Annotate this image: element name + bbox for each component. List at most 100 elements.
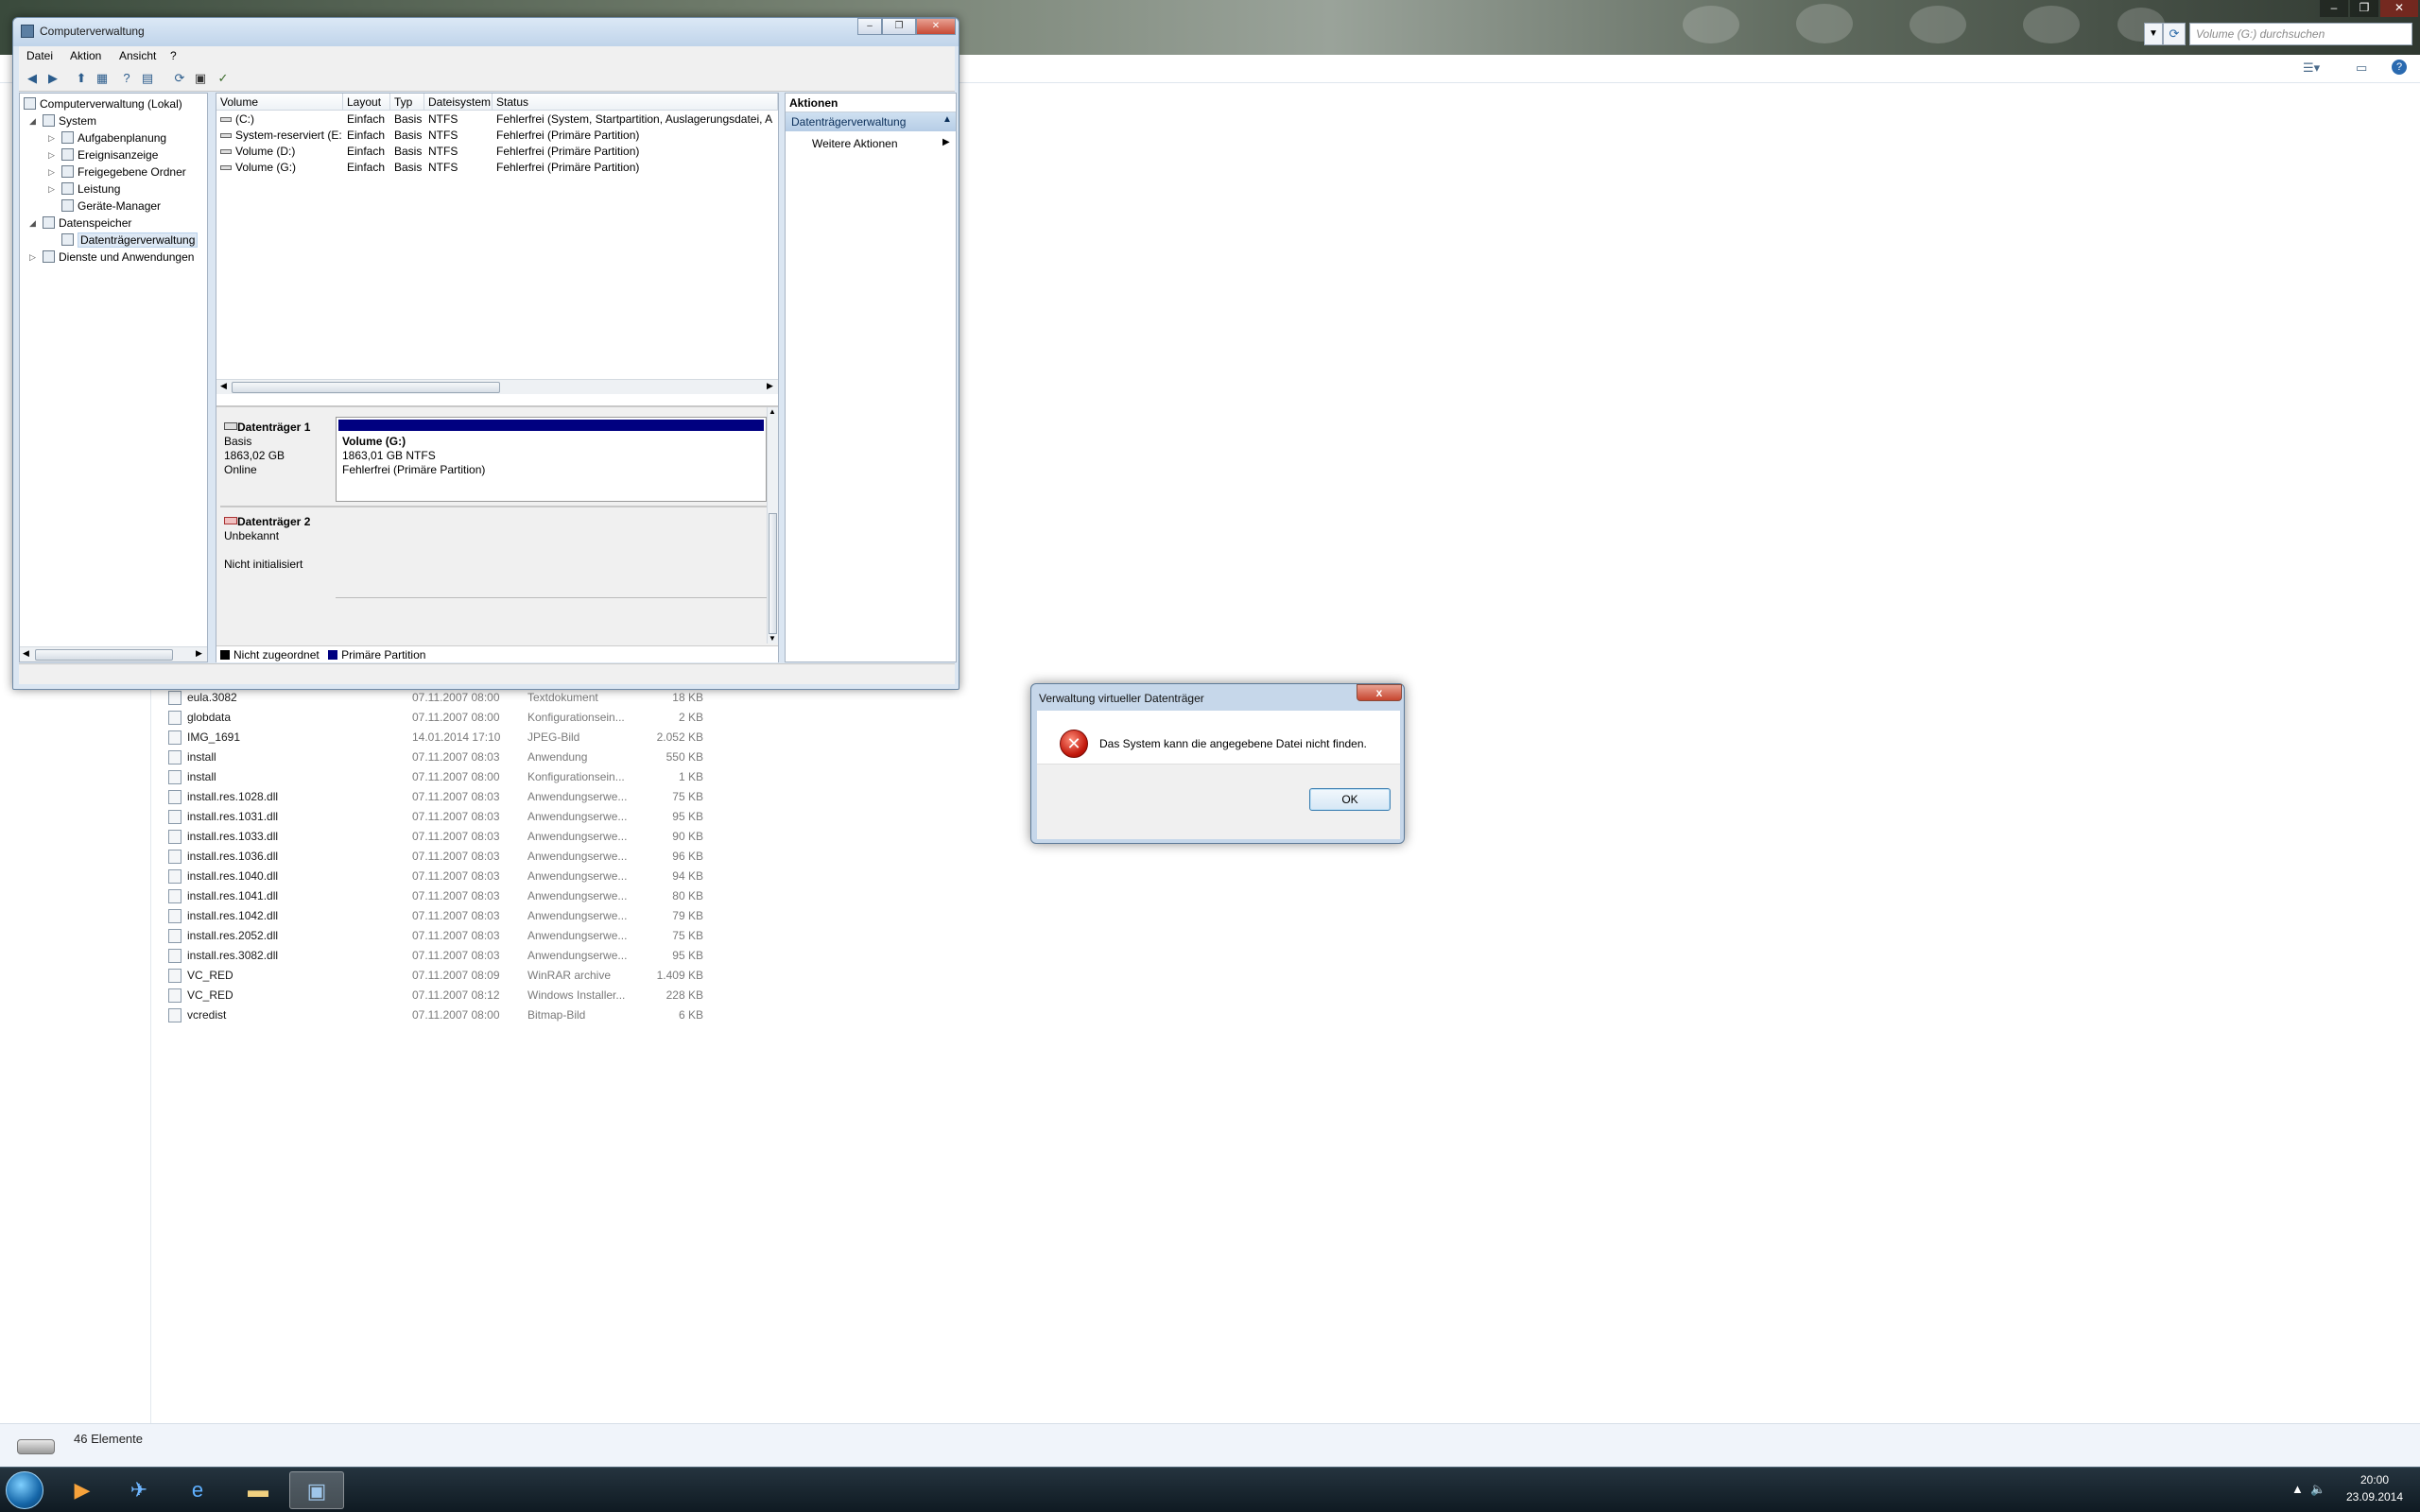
file-row[interactable]: VC_RED 07.11.2007 08:09 WinRAR archive 1.40… bbox=[164, 966, 732, 986]
volume-row[interactable]: (C:) Einfach Basis NTFS Fehlerfrei (System, … bbox=[216, 112, 778, 128]
app-icon[interactable]: ✈ bbox=[112, 1471, 166, 1509]
forward-icon[interactable]: ▶ bbox=[43, 69, 62, 88]
scrollbar-thumb[interactable] bbox=[769, 513, 777, 634]
file-row[interactable]: install.res.3082.dll 07.11.2007 08:03 Anwe… bbox=[164, 946, 732, 966]
collapse-icon[interactable]: ◢ bbox=[29, 215, 36, 232]
disk-view-vertical-scrollbar[interactable]: ▲ ▼ bbox=[767, 407, 778, 644]
volume-icon[interactable]: 🔈 bbox=[2310, 1482, 2325, 1497]
volume-row[interactable]: Volume (D:) Einfach Basis NTFS Fehlerfrei (P… bbox=[216, 144, 778, 160]
properties-icon[interactable]: ▣ bbox=[191, 69, 210, 88]
tree-item-aufgabenplanung[interactable]: ▷ Aufgabenplanung bbox=[48, 129, 166, 146]
actions-section-datentraegerverwaltung[interactable]: Datenträgerverwaltung ▲ bbox=[786, 112, 956, 131]
start-button[interactable] bbox=[6, 1471, 43, 1509]
file-row[interactable]: install.res.2052.dll 07.11.2007 08:03 Anwe… bbox=[164, 926, 732, 946]
tree-item-freigegebene-ordner[interactable]: ▷ Freigegebene Ordner bbox=[48, 163, 186, 180]
event-viewer-icon bbox=[61, 148, 74, 161]
partition-volume-g[interactable]: Volume (G:) 1863,01 GB NTFS Fehlerfrei (… bbox=[336, 417, 767, 502]
clock[interactable]: 20:00 23.09.2014 bbox=[2337, 1471, 2412, 1505]
tree-item-datenspeicher[interactable]: ◢ Datenspeicher bbox=[29, 215, 131, 232]
column-status[interactable]: Status bbox=[493, 94, 778, 111]
expand-icon[interactable]: ▷ bbox=[29, 249, 36, 266]
maximize-button[interactable]: ❐ bbox=[2350, 0, 2378, 17]
show-hide-tree-icon[interactable]: ▦ bbox=[93, 69, 112, 88]
preview-pane-icon[interactable]: ▭ bbox=[2356, 60, 2367, 76]
volume-row[interactable]: Volume (G:) Einfach Basis NTFS Fehlerfrei (P… bbox=[216, 160, 778, 176]
file-row[interactable]: install.res.1031.dll 07.11.2007 08:03 Anwe… bbox=[164, 807, 732, 827]
file-row[interactable]: install 07.11.2007 08:00 Konfigurationsein… bbox=[164, 767, 732, 787]
title-bar[interactable]: Computerverwaltung – ❐ ✕ bbox=[13, 18, 959, 46]
file-row[interactable]: VC_RED 07.11.2007 08:12 Windows Installer.… bbox=[164, 986, 732, 1005]
file-row[interactable]: eula.3082 07.11.2007 08:00 Textdokument 18 … bbox=[164, 688, 732, 708]
close-button[interactable]: ✕ bbox=[2380, 0, 2418, 17]
tree-item-dienste[interactable]: ▷ Dienste und Anwendungen bbox=[29, 249, 194, 266]
computer-management-taskbar-icon[interactable]: ▣ bbox=[289, 1471, 344, 1509]
volume-row[interactable]: System-reserviert (E:) Einfach Basis NTFS Fe… bbox=[216, 128, 778, 144]
expand-icon[interactable]: ▷ bbox=[48, 180, 55, 198]
volume-list-horizontal-scrollbar[interactable]: ◀ ▶ bbox=[216, 379, 778, 394]
ok-button[interactable]: OK bbox=[1309, 788, 1391, 811]
column-layout[interactable]: Layout bbox=[343, 94, 390, 111]
tree-item-system[interactable]: ◢ System bbox=[29, 112, 96, 129]
expand-icon[interactable]: ▷ bbox=[48, 146, 55, 163]
explorer-icon[interactable]: ▬ bbox=[231, 1471, 285, 1509]
column-dateisystem[interactable]: Dateisystem bbox=[424, 94, 493, 111]
disk2-label[interactable]: Datenträger 2 Unbekannt Nicht initialisi… bbox=[220, 509, 332, 600]
clock-icon bbox=[61, 131, 74, 144]
refresh-icon[interactable]: ⟳ bbox=[2163, 23, 2186, 45]
up-folder-icon[interactable]: ⬆ bbox=[72, 69, 91, 88]
dialog-title: Verwaltung virtueller Datenträger bbox=[1039, 692, 1204, 705]
tree-horizontal-scrollbar[interactable]: ◀ ▶ bbox=[20, 646, 207, 662]
help-icon[interactable]: ? bbox=[117, 69, 136, 88]
tree-item-ereignisanzeige[interactable]: ▷ Ereignisanzeige bbox=[48, 146, 158, 163]
collapse-icon[interactable]: ◢ bbox=[29, 112, 36, 129]
maximize-button[interactable]: ❐ bbox=[882, 18, 916, 35]
menu-help[interactable]: ? bbox=[170, 49, 177, 62]
file-row[interactable]: install.res.1041.dll 07.11.2007 08:03 Anwe… bbox=[164, 886, 732, 906]
file-row[interactable]: IMG_1691 14.01.2014 17:10 JPEG-Bild 2.052 K… bbox=[164, 728, 732, 747]
minimize-button[interactable]: – bbox=[857, 18, 882, 35]
action-weitere-aktionen[interactable]: Weitere Aktionen ▶ bbox=[786, 135, 956, 152]
view-options-icon[interactable]: ☰▾ bbox=[2303, 60, 2320, 76]
menu-datei[interactable]: Datei bbox=[26, 49, 53, 62]
address-dropdown[interactable]: ▼ bbox=[2144, 23, 2163, 45]
file-icon bbox=[168, 889, 182, 903]
console-view-icon[interactable]: ▤ bbox=[138, 69, 157, 88]
column-typ[interactable]: Typ bbox=[390, 94, 424, 111]
tree-item-root[interactable]: Computerverwaltung (Lokal) bbox=[24, 95, 182, 112]
dialog-close-button[interactable]: x bbox=[1357, 684, 1402, 701]
tree-item-datentraegerverwaltung[interactable]: Datenträgerverwaltung bbox=[61, 232, 199, 249]
disk1-label[interactable]: Datenträger 1 Basis 1863,02 GB Online bbox=[220, 415, 332, 504]
collapse-icon[interactable]: ▲ bbox=[942, 114, 952, 125]
window-title: Computerverwaltung bbox=[40, 25, 145, 38]
file-row[interactable]: install.res.1033.dll 07.11.2007 08:03 Anwe… bbox=[164, 827, 732, 847]
refresh-icon[interactable]: ⟳ bbox=[170, 69, 189, 88]
file-row[interactable]: install.res.1040.dll 07.11.2007 08:03 Anwe… bbox=[164, 867, 732, 886]
disk-error-icon bbox=[224, 517, 237, 524]
scrollbar-thumb[interactable] bbox=[232, 382, 500, 393]
file-icon bbox=[168, 929, 182, 943]
scrollbar-thumb[interactable] bbox=[35, 649, 173, 661]
tree-item-geraete-manager[interactable]: Geräte-Manager bbox=[61, 198, 161, 215]
close-button[interactable]: ✕ bbox=[916, 18, 956, 35]
file-row[interactable]: install 07.11.2007 08:03 Anwendung 550 KB bbox=[164, 747, 732, 767]
file-row[interactable]: install.res.1042.dll 07.11.2007 08:03 Anwe… bbox=[164, 906, 732, 926]
show-hidden-icons[interactable]: ▲ bbox=[2291, 1482, 2304, 1496]
menu-aktion[interactable]: Aktion bbox=[70, 49, 101, 62]
file-row[interactable]: install.res.1028.dll 07.11.2007 08:03 Anwe… bbox=[164, 787, 732, 807]
tree-item-leistung[interactable]: ▷ Leistung bbox=[48, 180, 120, 198]
internet-explorer-icon[interactable]: e bbox=[170, 1471, 225, 1509]
file-row[interactable]: vcredist 07.11.2007 08:00 Bitmap-Bild 6 KB bbox=[164, 1005, 732, 1025]
file-row[interactable]: globdata 07.11.2007 08:00 Konfigurationsei… bbox=[164, 708, 732, 728]
file-row[interactable]: install.res.1036.dll 07.11.2007 08:03 Anwe… bbox=[164, 847, 732, 867]
expand-icon[interactable]: ▷ bbox=[48, 163, 55, 180]
minimize-button[interactable]: – bbox=[2320, 0, 2348, 17]
search-input[interactable]: Volume (G:) durchsuchen bbox=[2189, 23, 2412, 45]
column-volume[interactable]: Volume bbox=[216, 94, 343, 111]
back-icon[interactable]: ◀ bbox=[23, 69, 42, 88]
expand-icon[interactable]: ▷ bbox=[48, 129, 55, 146]
menu-ansicht[interactable]: Ansicht bbox=[119, 49, 156, 62]
media-player-icon[interactable]: ▶ bbox=[55, 1471, 110, 1509]
rescan-icon[interactable]: ✓ bbox=[214, 69, 233, 88]
help-icon[interactable]: ? bbox=[2392, 60, 2407, 75]
primary-partition-swatch bbox=[328, 650, 338, 660]
